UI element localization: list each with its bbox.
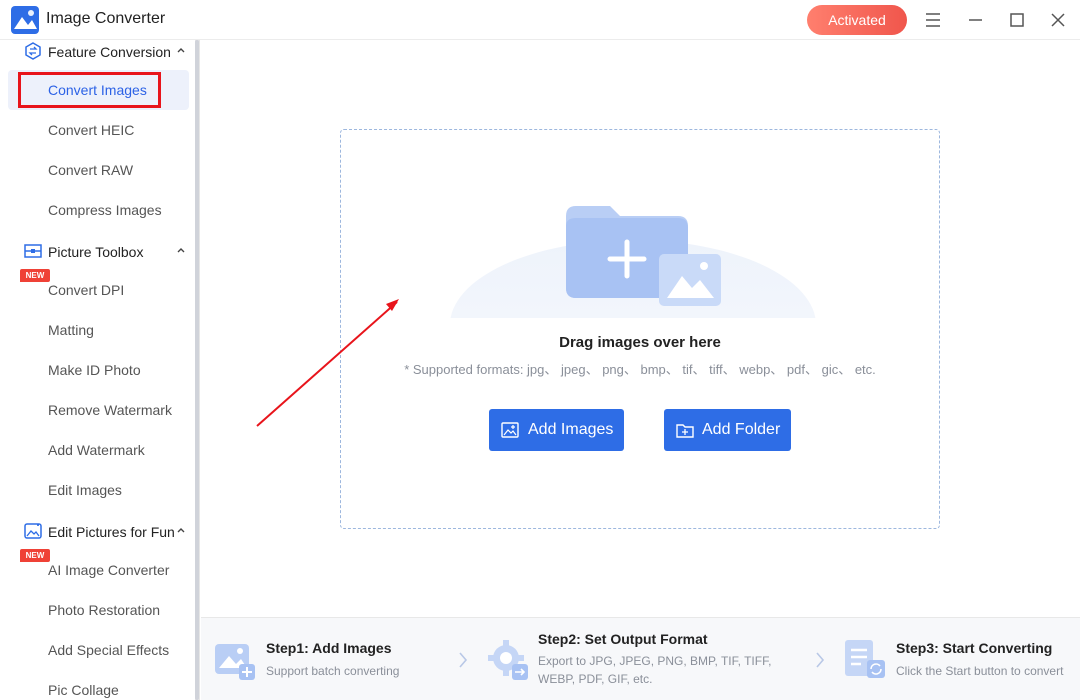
- add-folder-icon: [676, 424, 694, 438]
- sidebar: Feature Conversion Convert Images Conver…: [0, 40, 200, 700]
- sidebar-scrollbar[interactable]: [195, 40, 199, 700]
- drop-zone-title: Drag images over here: [559, 334, 721, 351]
- chevron-right-icon: [816, 652, 825, 668]
- minimize-icon[interactable]: [963, 8, 987, 32]
- section-picture-toolbox[interactable]: Picture Toolbox: [0, 242, 196, 268]
- sidebar-item-ai-image-converter[interactable]: AI Image Converter: [8, 550, 189, 590]
- sidebar-item-edit-images[interactable]: Edit Images: [8, 470, 189, 510]
- sidebar-item-pic-collage[interactable]: Pic Collage: [8, 670, 189, 700]
- sidebar-item-label: Photo Restoration: [48, 602, 161, 618]
- sidebar-item-photo-restoration[interactable]: Photo Restoration: [8, 590, 189, 630]
- add-images-button[interactable]: Add Images: [489, 409, 624, 451]
- steps-footer: Step1: Add Images Support batch converti…: [201, 617, 1080, 700]
- step-add-images-icon: [215, 644, 255, 680]
- menu-icon[interactable]: [921, 8, 945, 32]
- sidebar-item-label: Convert RAW: [48, 162, 134, 178]
- sidebar-item-convert-dpi[interactable]: Convert DPI: [8, 270, 189, 310]
- chevron-up-icon[interactable]: [176, 245, 186, 255]
- sidebar-item-compress-images[interactable]: Compress Images: [8, 190, 189, 230]
- sidebar-scrollbar-thumb[interactable]: [195, 40, 199, 700]
- step-convert-icon: [845, 640, 885, 678]
- add-folder-label: Add Folder: [702, 421, 781, 438]
- sidebar-item-label: Convert DPI: [48, 282, 125, 298]
- drop-zone[interactable]: [340, 129, 940, 529]
- app-window: Image Converter Activated Feature Conver…: [0, 0, 1080, 700]
- sidebar-item-label: Edit Images: [48, 482, 122, 498]
- section-feature-conversion[interactable]: Feature Conversion: [0, 42, 196, 68]
- sidebar-item-label: Pic Collage: [48, 682, 119, 698]
- activated-button[interactable]: Activated: [807, 5, 907, 35]
- sidebar-item-label: Compress Images: [48, 202, 162, 218]
- chevron-up-icon[interactable]: [176, 525, 186, 535]
- app-title: Image Converter: [46, 10, 166, 27]
- sidebar-item-convert-heic[interactable]: Convert HEIC: [8, 110, 189, 150]
- sidebar-item-label: AI Image Converter: [48, 562, 170, 578]
- sidebar-item-label: Add Special Effects: [48, 642, 170, 658]
- chevron-right-icon: [459, 652, 468, 668]
- section-label: Feature Conversion: [48, 44, 171, 60]
- sidebar-item-add-watermark[interactable]: Add Watermark: [8, 430, 189, 470]
- step1-desc: Support batch converting: [266, 664, 400, 678]
- supported-formats: * Supported formats: jpg、 jpeg、 png、 bmp…: [404, 362, 876, 377]
- section-edit-pictures-for-fun[interactable]: Edit Pictures for Fun: [0, 522, 196, 548]
- app-logo-icon: [11, 6, 39, 34]
- add-folder-button[interactable]: Add Folder: [664, 409, 791, 451]
- sidebar-item-remove-watermark[interactable]: Remove Watermark: [8, 390, 189, 430]
- title-bar: Image Converter Activated: [0, 0, 1080, 40]
- feature-conversion-icon: [25, 42, 41, 60]
- edit-pictures-icon: [24, 523, 42, 539]
- step2-desc: Export to JPG, JPEG, PNG, BMP, TIF, TIFF…: [538, 654, 772, 686]
- step-settings-icon: [488, 640, 528, 680]
- section-label: Picture Toolbox: [48, 244, 144, 260]
- close-icon[interactable]: [1046, 8, 1070, 32]
- annotation-arrow: [256, 299, 399, 427]
- step1-title: Step1: Add Images: [266, 640, 392, 656]
- folder-add-image-icon: [566, 206, 721, 306]
- add-image-icon: [501, 422, 519, 438]
- step3-desc: Click the Start button to convert: [896, 664, 1064, 678]
- sidebar-item-label: Make ID Photo: [48, 362, 141, 378]
- maximize-icon[interactable]: [1005, 8, 1029, 32]
- sidebar-item-label: Convert HEIC: [48, 122, 135, 138]
- sidebar-item-convert-raw[interactable]: Convert RAW: [8, 150, 189, 190]
- step2-title: Step2: Set Output Format: [538, 631, 708, 647]
- sidebar-item-label: Remove Watermark: [48, 402, 172, 418]
- add-images-label: Add Images: [528, 421, 614, 438]
- sidebar-item-add-special-effects[interactable]: Add Special Effects: [8, 630, 189, 670]
- sidebar-item-make-id-photo[interactable]: Make ID Photo: [8, 350, 189, 390]
- sidebar-item-label: Matting: [48, 322, 94, 338]
- sidebar-item-label: Add Watermark: [48, 442, 145, 458]
- section-label: Edit Pictures for Fun: [48, 524, 175, 540]
- sidebar-item-matting[interactable]: Matting: [8, 310, 189, 350]
- step3-title: Step3: Start Converting: [896, 640, 1053, 656]
- chevron-up-icon[interactable]: [176, 45, 186, 55]
- picture-toolbox-icon: [24, 244, 42, 258]
- highlight-annotation-box: [18, 72, 161, 108]
